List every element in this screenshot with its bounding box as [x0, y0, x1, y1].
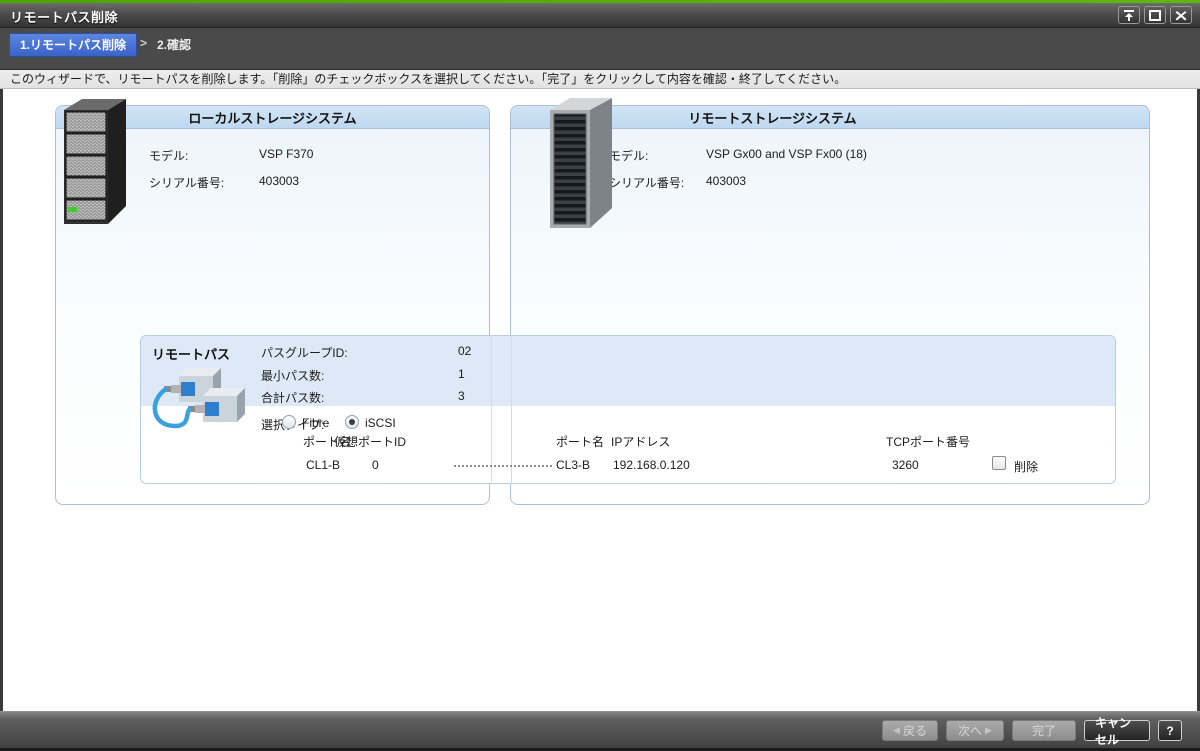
- remote-storage-rack-icon: [546, 94, 616, 239]
- window-maximize-icon[interactable]: [1144, 6, 1166, 24]
- back-button[interactable]: ◀ 戻る: [882, 720, 938, 741]
- path-group-id-value: 02: [458, 344, 471, 358]
- local-port-cell: CL1-B: [306, 458, 340, 472]
- fibre-radio[interactable]: [282, 415, 296, 429]
- path-group-id-label: パスグループID:: [261, 344, 348, 361]
- next-arrow-icon: ▶: [985, 725, 992, 736]
- total-paths-label: 合計パス数:: [261, 389, 324, 406]
- iscsi-radio-label[interactable]: iSCSI: [365, 416, 396, 430]
- step-2-tab: 2.確認: [157, 36, 191, 53]
- ip-address-cell: 192.168.0.120: [613, 458, 690, 472]
- step-separator: >: [140, 36, 147, 50]
- remote-path-section: リモートパス パスグループID:: [140, 335, 1116, 484]
- min-paths-value: 1: [458, 367, 465, 381]
- window-rollup-icon[interactable]: [1118, 6, 1140, 24]
- remote-model-value: VSP Gx00 and VSP Fx00 (18): [706, 147, 867, 161]
- local-serial-value: 403003: [259, 174, 299, 188]
- back-arrow-icon: ◀: [893, 725, 900, 736]
- window-title: リモートパス削除: [10, 7, 118, 26]
- cancel-button[interactable]: キャンセル: [1084, 720, 1150, 741]
- instruction-bar: このウィザードで、リモートパスを削除します。「削除」のチェックボックスを選択して…: [0, 70, 1200, 89]
- window-controls: [1118, 6, 1192, 24]
- remote-port-header: ポート名: [556, 433, 604, 450]
- local-model-label: モデル:: [149, 147, 188, 164]
- panel-divider-line: [511, 336, 512, 483]
- local-storage-rack-icon: [62, 96, 130, 233]
- tcp-port-cell: 3260: [892, 458, 919, 472]
- local-model-value: VSP F370: [259, 147, 313, 161]
- help-button[interactable]: ?: [1158, 720, 1182, 741]
- virtual-port-id-cell: 0: [372, 458, 379, 472]
- delete-checkbox[interactable]: [992, 456, 1006, 470]
- footer-buttons: ◀ 戻る 次へ ▶ 完了 キャンセル ?: [882, 720, 1182, 741]
- panel-divider-line: [491, 336, 492, 483]
- footer-bar: ◀ 戻る 次へ ▶ 完了 キャンセル ?: [0, 711, 1200, 748]
- total-paths-value: 3: [458, 389, 465, 403]
- title-bar: リモートパス削除: [0, 3, 1200, 28]
- iscsi-radio[interactable]: [345, 415, 359, 429]
- wizard-steps: 1.リモートパス削除 > 2.確認: [0, 28, 1200, 70]
- delete-checkbox-label[interactable]: 削除: [1014, 458, 1038, 475]
- wizard-window: リモートパス削除 1.リモートパス削除 >: [0, 0, 1200, 751]
- path-connection-dots: [454, 465, 552, 467]
- min-paths-label: 最小パス数:: [261, 367, 324, 384]
- local-serial-label: シリアル番号:: [149, 174, 224, 191]
- remote-port-cell: CL3-B: [556, 458, 590, 472]
- remote-path-title: リモートパス: [152, 344, 230, 363]
- ip-address-header: IPアドレス: [611, 433, 670, 450]
- tcp-port-header: TCPポート番号: [886, 433, 970, 450]
- remote-path-cable-icon: [149, 362, 253, 443]
- fibre-radio-label[interactable]: Fibre: [302, 416, 329, 430]
- next-button[interactable]: 次へ ▶: [946, 720, 1004, 741]
- remote-serial-label: シリアル番号:: [609, 174, 684, 191]
- step-1-tab[interactable]: 1.リモートパス削除: [9, 33, 137, 57]
- finish-button[interactable]: 完了: [1012, 720, 1076, 741]
- virtual-port-id-header: 仮想ポートID: [334, 433, 406, 450]
- wizard-body: ローカルストレージシステム モデル: VSP F370 シリアル番号: 4030…: [3, 89, 1197, 711]
- window-close-icon[interactable]: [1170, 6, 1192, 24]
- remote-serial-value: 403003: [706, 174, 746, 188]
